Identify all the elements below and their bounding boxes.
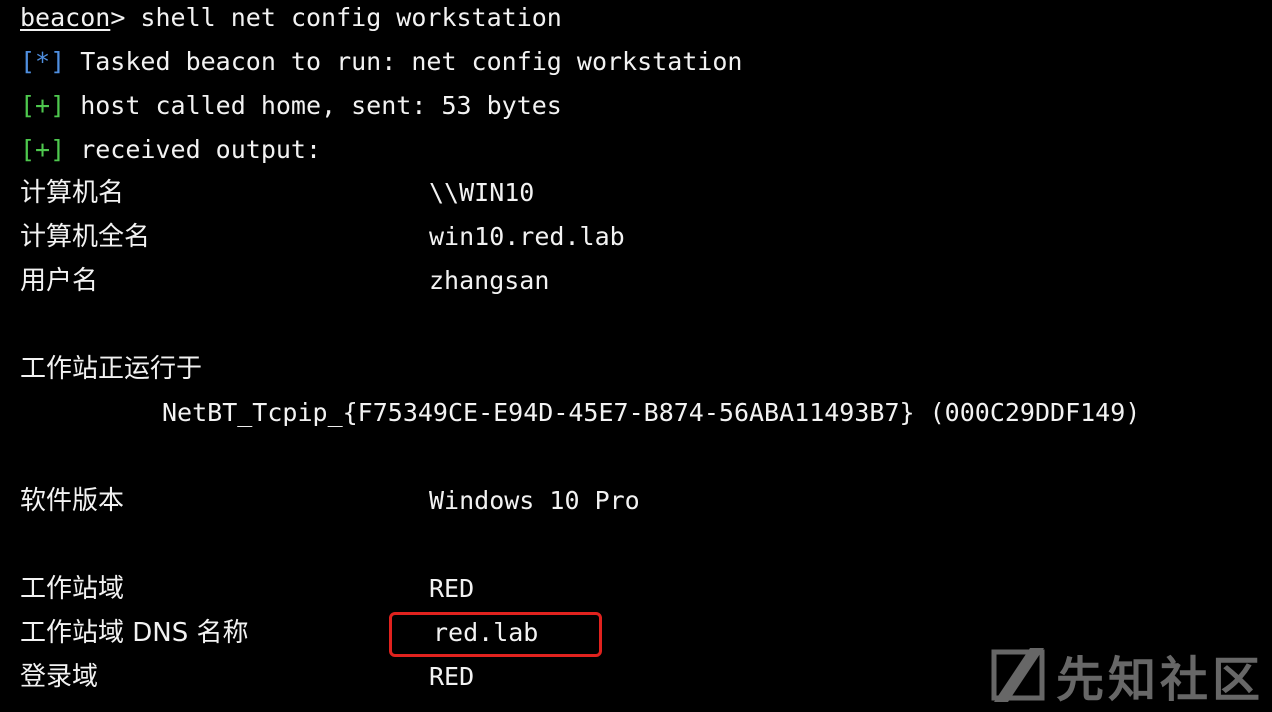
software-version-value: Windows 10 Pro (429, 486, 640, 515)
prompt-user: beacon (20, 3, 111, 32)
success-tag: [+] (20, 135, 66, 164)
full-computer-name-key: 计算机全名 (20, 222, 151, 252)
terminal-window[interactable]: beacon> shell net config workstation [*]… (0, 0, 1272, 712)
software-version-key: 软件版本 (20, 486, 125, 516)
running-on-value: NetBT_Tcpip_{F75349CE-E94D-45E7-B874-56A… (162, 398, 1141, 427)
running-on-key: 工作站正运行于 (20, 354, 203, 384)
watermark: 先知社区 (990, 644, 1264, 708)
status-text: received output: (65, 135, 322, 164)
computer-name-value: \\WIN10 (429, 178, 535, 207)
xianzhi-logo-icon (991, 648, 1045, 702)
full-computer-name-value: win10.red.lab (429, 222, 625, 251)
workstation-domain-key: 工作站域 (20, 574, 125, 604)
user-name-value: zhangsan (429, 266, 550, 295)
success-tag: [+] (20, 91, 66, 120)
watermark-text: 先知社区 (1056, 652, 1265, 708)
user-name-key: 用户名 (20, 266, 99, 296)
logon-domain-key: 登录域 (20, 662, 99, 692)
logon-domain-value: RED (429, 662, 475, 691)
dns-name-key: 工作站域 DNS 名称 (20, 618, 249, 648)
prompt-symbol: > (110, 3, 126, 32)
command-text: shell net config workstation (125, 3, 562, 32)
status-line-received: [+] received output: (20, 134, 321, 166)
status-line-tasked: [*] Tasked beacon to run: net config wor… (20, 46, 742, 78)
workstation-domain-value: RED (429, 574, 475, 603)
info-tag: [*] (20, 47, 66, 76)
computer-name-key: 计算机名 (20, 178, 125, 208)
highlight-annotation-box (389, 612, 602, 657)
status-line-sent: [+] host called home, sent: 53 bytes (20, 90, 562, 122)
status-text: host called home, sent: 53 bytes (65, 91, 562, 120)
command-prompt-line: beacon> shell net config workstation (20, 2, 562, 34)
status-text: Tasked beacon to run: net config worksta… (65, 47, 743, 76)
